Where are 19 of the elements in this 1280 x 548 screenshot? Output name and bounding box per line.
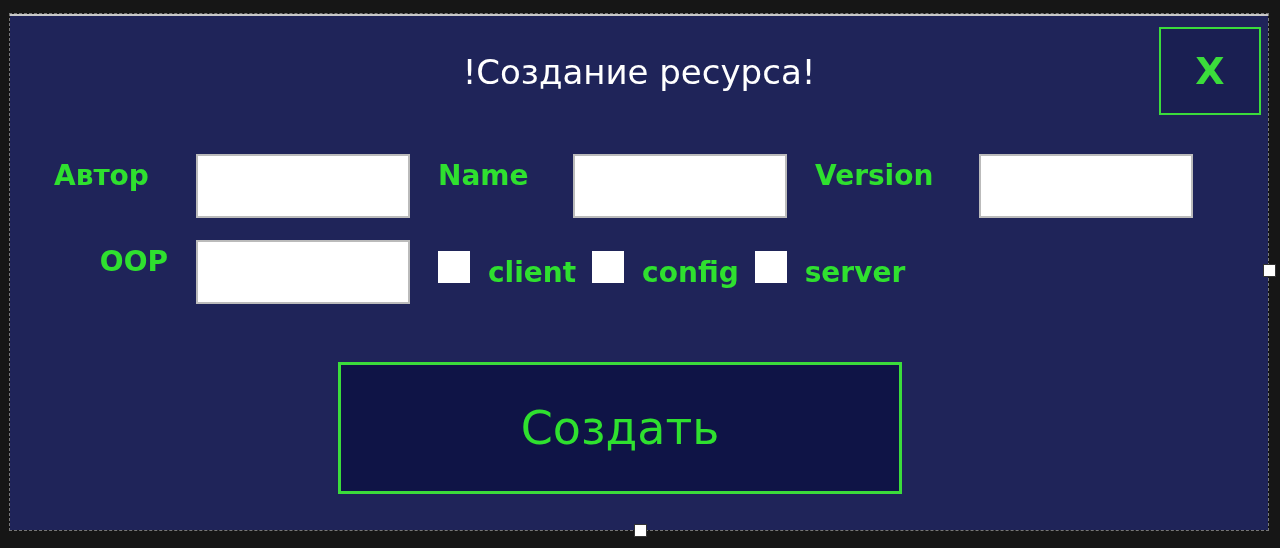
checkbox-label: client: [488, 255, 577, 289]
text-field[interactable]: [979, 154, 1193, 218]
text-field[interactable]: [573, 154, 787, 218]
resize-handle[interactable]: [634, 524, 647, 537]
field-label: OOP: [98, 244, 168, 278]
checkbox[interactable]: [438, 251, 470, 283]
resize-handle[interactable]: [1263, 264, 1276, 277]
checkbox[interactable]: [592, 251, 625, 283]
checkbox-label: config: [642, 255, 739, 289]
close-button[interactable]: X: [1159, 27, 1261, 115]
field-label: Автор: [54, 158, 150, 192]
create-button[interactable]: Создать: [338, 362, 902, 494]
field-label: Version: [815, 158, 935, 192]
text-field[interactable]: [196, 240, 410, 304]
field-label: Name: [438, 158, 530, 192]
window-title: !Создание ресурса!: [462, 52, 816, 94]
text-field[interactable]: [196, 154, 410, 218]
checkbox-label: server: [804, 255, 906, 289]
checkbox[interactable]: [754, 251, 787, 283]
